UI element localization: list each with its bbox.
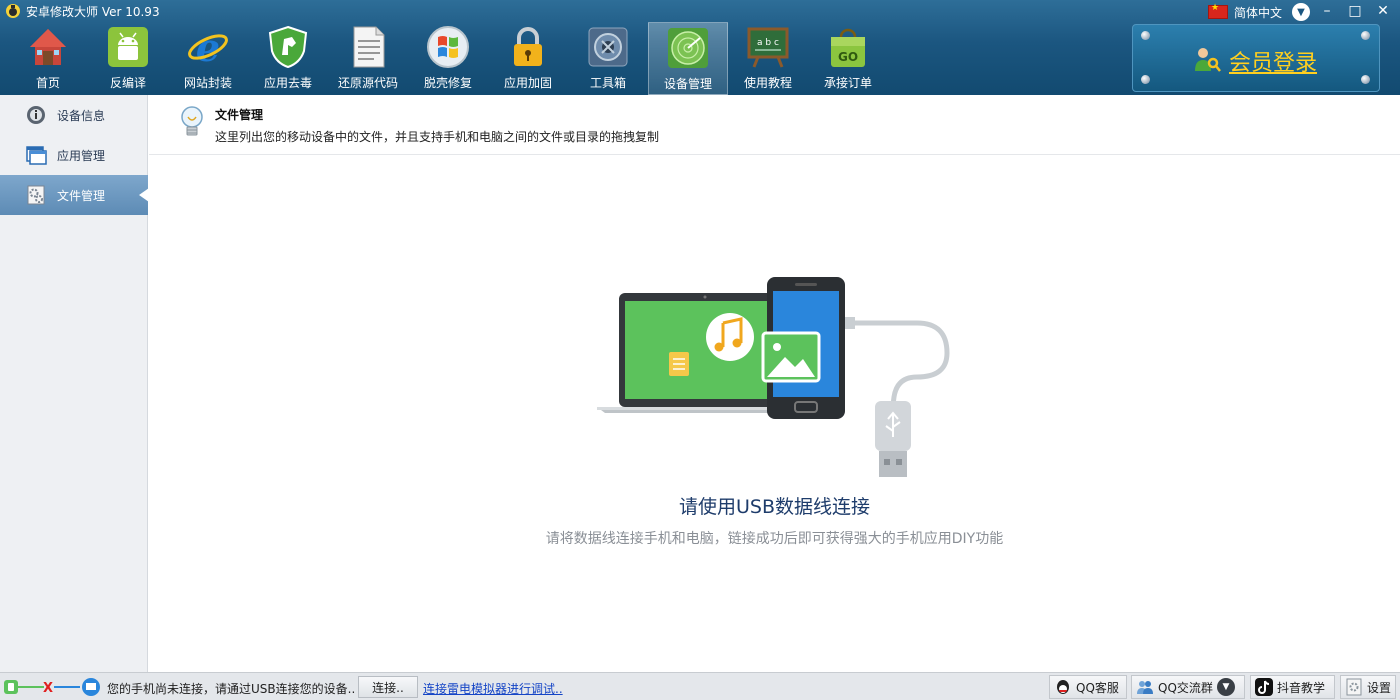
svg-text:e: e: [196, 25, 220, 69]
toolbar-harden[interactable]: 应用加固: [488, 22, 568, 95]
toolbar-tutorial[interactable]: a b c 使用教程: [728, 22, 808, 95]
info-header: 文件管理 这里列出您的移动设备中的文件，并且支持手机和电脑之间的文件或目录的拖拽…: [149, 95, 1400, 155]
title-bar[interactable]: 安卓修改大师 Ver 10.93 简体中文 ▼ – □ ✕: [0, 0, 1400, 22]
member-login-link[interactable]: 会员登录: [1229, 45, 1317, 77]
douyin-tutorial-button[interactable]: 抖音教学: [1250, 675, 1335, 699]
shield-icon: [268, 25, 308, 69]
toolbar-decompile[interactable]: 反编译: [88, 22, 168, 95]
user-key-icon: [1195, 48, 1221, 72]
top-bar: 安卓修改大师 Ver 10.93 简体中文 ▼ – □ ✕ 首页: [0, 0, 1400, 95]
douyin-icon: [1255, 678, 1273, 696]
file-icon: [669, 352, 689, 376]
connection-status-icon: X: [4, 678, 100, 696]
toolbar-toolbox[interactable]: 工具箱: [568, 22, 648, 95]
go-bag-icon: GO: [831, 28, 865, 67]
toolbar-label: 应用去毒: [263, 76, 312, 90]
toolbar-label: 反编译: [109, 76, 146, 90]
sidebar-item-label: 应用管理: [57, 148, 106, 163]
qq-group-icon: [1137, 681, 1153, 694]
status-bar: X 您的手机尚未连接，请通过USB连接您的设备.. 连接.. 连接雷电模拟器进行…: [0, 672, 1400, 700]
toolbar-detox[interactable]: 应用去毒: [248, 22, 328, 95]
info-icon: [27, 106, 45, 124]
screw-icon: [1361, 75, 1370, 84]
minimize-button[interactable]: –: [1314, 0, 1340, 22]
page-title: 文件管理: [215, 108, 264, 122]
windows-ball-icon: [427, 26, 469, 68]
svg-text:GO: GO: [838, 50, 858, 64]
qq-group-label: QQ交流群: [1158, 680, 1213, 695]
maximize-button[interactable]: □: [1342, 0, 1368, 22]
member-login-panel: 会员登录: [1132, 24, 1380, 92]
connect-button[interactable]: 连接..: [358, 676, 418, 698]
lock-icon: [514, 27, 542, 66]
android-icon: [108, 27, 148, 67]
sidebar-item-device-info[interactable]: 设备信息: [0, 95, 148, 135]
settings-icon: [1346, 678, 1362, 696]
svg-text:X: X: [43, 681, 53, 696]
image-icon: [761, 331, 821, 383]
toolbar-label: 网站封装: [183, 76, 232, 90]
toolbar-label: 还原源代码: [337, 76, 398, 90]
qq-support-button[interactable]: QQ客服: [1049, 675, 1127, 699]
radar-icon: [668, 28, 708, 68]
chevron-down-icon[interactable]: ▼: [1216, 678, 1235, 696]
china-flag-icon: [1208, 3, 1228, 19]
toolbar-restore-source[interactable]: 还原源代码: [328, 22, 408, 95]
toolbar-label: 首页: [35, 76, 60, 90]
music-note-icon: [706, 313, 754, 361]
screw-icon: [1141, 31, 1150, 40]
settings-label: 设置: [1366, 680, 1391, 695]
chalkboard-icon: a b c: [747, 27, 789, 68]
page-description: 这里列出您的移动设备中的文件，并且支持手机和电脑之间的文件或目录的拖拽复制: [215, 130, 660, 144]
app-title: 安卓修改大师 Ver 10.93: [26, 5, 160, 19]
gear-file-icon: [27, 185, 45, 205]
language-selector[interactable]: 简体中文 ▼: [1208, 2, 1311, 22]
close-button[interactable]: ✕: [1370, 0, 1396, 22]
screw-icon: [1361, 31, 1370, 40]
window-icon: [26, 146, 47, 165]
douyin-tutorial-label: 抖音教学: [1277, 680, 1326, 695]
document-icon: [353, 26, 385, 68]
toolbox-icon: [588, 27, 628, 67]
language-label: 简体中文: [1234, 5, 1283, 20]
usb-cable-icon: [845, 317, 950, 477]
main-content: 文件管理 这里列出您的移动设备中的文件，并且支持手机和电脑之间的文件或目录的拖拽…: [149, 95, 1400, 672]
qq-support-label: QQ客服: [1076, 680, 1119, 695]
settings-button[interactable]: 设置: [1340, 675, 1396, 699]
toolbar-label: 使用教程: [743, 76, 792, 90]
toolbar-label: 脱壳修复: [423, 76, 472, 90]
sidebar: 设备信息 应用管理 文件管理: [0, 95, 149, 672]
lightbulb-icon: [181, 106, 203, 136]
app-logo-icon: [6, 4, 20, 18]
qq-group-button[interactable]: QQ交流群 ▼: [1131, 675, 1245, 699]
home-icon: [30, 29, 66, 65]
svg-text:a b c: a b c: [757, 38, 779, 48]
toolbar-label: 承接订单: [823, 76, 872, 90]
usb-connection-illustration: [597, 277, 950, 477]
toolbar-label: 工具箱: [589, 76, 626, 90]
toolbar-orders[interactable]: GO 承接订单: [808, 22, 888, 95]
sidebar-item-file-manager[interactable]: 文件管理: [0, 175, 149, 215]
toolbar-device-manager[interactable]: 设备管理: [648, 22, 728, 95]
connection-status-text: 您的手机尚未连接，请通过USB连接您的设备..: [107, 682, 356, 696]
toolbar-web-wrap[interactable]: e 网站封装: [168, 22, 248, 95]
qq-icon: [1057, 680, 1069, 694]
sidebar-item-label: 设备信息: [57, 108, 106, 123]
emulator-debug-link[interactable]: 连接雷电模拟器进行调试..: [423, 680, 563, 697]
toolbar-label: 应用加固: [503, 76, 552, 90]
toolbar-label: 设备管理: [663, 77, 712, 91]
sidebar-item-app-manager[interactable]: 应用管理: [0, 135, 148, 175]
sidebar-item-label: 文件管理: [57, 188, 106, 203]
usb-connect-title: 请使用USB数据线连接: [678, 496, 870, 518]
toolbar-home[interactable]: 首页: [8, 22, 88, 95]
screw-icon: [1141, 75, 1150, 84]
usb-connect-description: 请将数据线连接手机和电脑，链接成功后即可获得强大的手机应用DIY功能: [545, 531, 1004, 547]
chevron-down-icon[interactable]: ▼: [1292, 3, 1311, 21]
ie-icon: e: [188, 25, 228, 69]
main-toolbar: 首页 反编译 e 网站封装 应用去毒 还原源代码 脱壳修复 应用加固 工具箱 设…: [0, 22, 1130, 95]
toolbar-unpack-repair[interactable]: 脱壳修复: [408, 22, 488, 95]
